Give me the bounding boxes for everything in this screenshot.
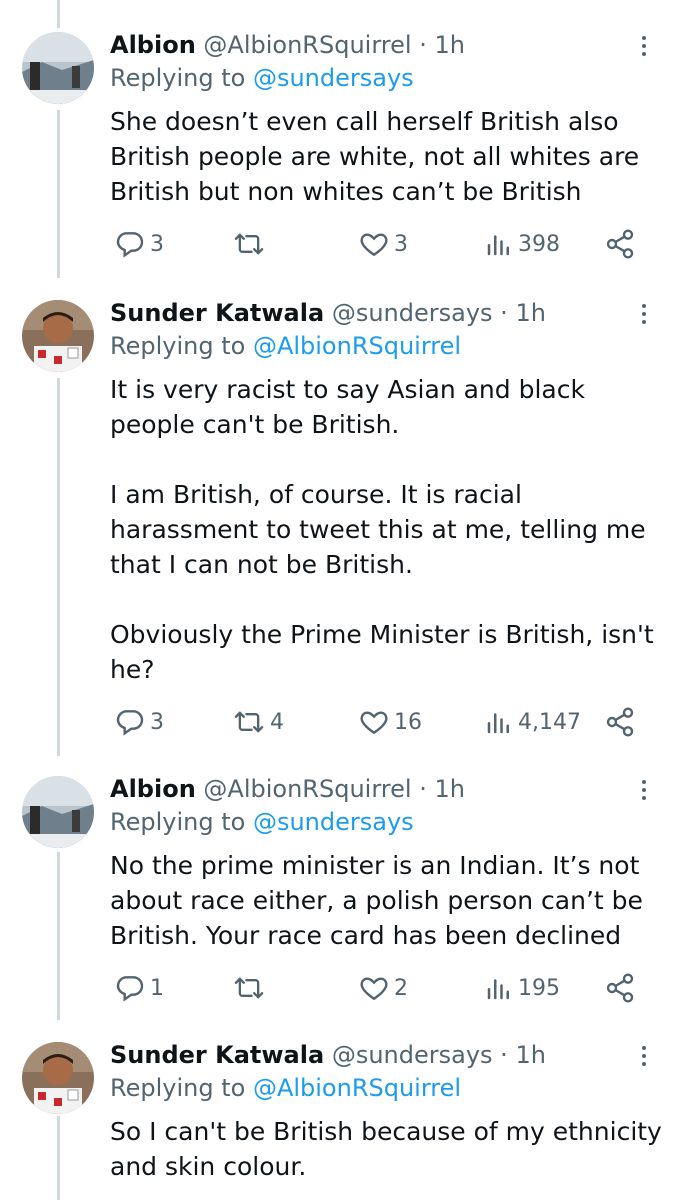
- author-handle[interactable]: @AlbionRSquirrel: [203, 775, 411, 803]
- replying-prefix: Replying to: [110, 332, 253, 360]
- author-name[interactable]: Sunder Katwala: [110, 1041, 324, 1069]
- person-avatar-icon: [22, 1042, 94, 1114]
- separator: ·: [419, 31, 427, 59]
- reply-count: 3: [150, 709, 164, 735]
- views-icon: [487, 713, 509, 734]
- more-icon[interactable]: [632, 1042, 656, 1072]
- tweet-text: No the prime minister is an Indian. It’s…: [110, 851, 643, 950]
- like-count: 16: [394, 709, 422, 735]
- views-button[interactable]: 398: [484, 224, 560, 264]
- landscape-avatar-icon: [22, 776, 94, 848]
- replying-to: Replying to @sundersays: [110, 64, 414, 92]
- retweet-icon: [234, 233, 264, 255]
- share-icon: [606, 707, 634, 737]
- action-bar: 3 4 16 4,147: [0, 702, 680, 742]
- reply-icon: [116, 710, 144, 736]
- action-bar: 3 3 398: [0, 224, 680, 264]
- replying-prefix: Replying to: [110, 64, 253, 92]
- views-icon: [487, 979, 509, 1000]
- more-icon[interactable]: [632, 32, 656, 62]
- retweet-button[interactable]: 4: [232, 702, 284, 742]
- more-icon[interactable]: [632, 300, 656, 330]
- tweet-header: Albion @AlbionRSquirrel · 1h: [110, 772, 465, 806]
- avatar[interactable]: [22, 776, 94, 848]
- tweet-text: It is very racist to say Asian and black…: [110, 375, 654, 684]
- tweet-text: She doesn’t even call herself British al…: [110, 107, 640, 206]
- heart-icon: [360, 977, 388, 1001]
- more-icon[interactable]: [632, 776, 656, 806]
- mention-link[interactable]: @sundersays: [253, 808, 414, 836]
- author-handle[interactable]: @AlbionRSquirrel: [203, 31, 411, 59]
- like-button[interactable]: 2: [358, 968, 408, 1008]
- mention-link[interactable]: @AlbionRSquirrel: [253, 1074, 461, 1102]
- views-button[interactable]: 195: [484, 968, 560, 1008]
- mention-link[interactable]: @sundersays: [253, 64, 414, 92]
- tweet-text: So I can't be British because of my ethn…: [110, 1117, 662, 1181]
- heart-icon: [360, 233, 388, 257]
- timestamp[interactable]: 1h: [434, 31, 464, 59]
- separator: ·: [500, 1041, 508, 1069]
- share-icon: [606, 973, 634, 1003]
- reply-button[interactable]: 3: [114, 702, 164, 742]
- tweet[interactable]: Albion @AlbionRSquirrel · 1h Replying to…: [0, 772, 680, 1022]
- avatar[interactable]: [22, 32, 94, 104]
- like-button[interactable]: 3: [358, 224, 408, 264]
- author-handle[interactable]: @sundersays: [332, 1041, 493, 1069]
- views-count: 195: [518, 975, 560, 1001]
- reply-button[interactable]: 1: [114, 968, 164, 1008]
- tweet-header: Sunder Katwala @sundersays · 1h: [110, 296, 546, 330]
- separator: ·: [500, 299, 508, 327]
- replying-to: Replying to @sundersays: [110, 808, 414, 836]
- share-button[interactable]: [604, 224, 636, 264]
- timestamp[interactable]: 1h: [434, 775, 464, 803]
- views-button[interactable]: 4,147: [484, 702, 581, 742]
- reply-button[interactable]: 3: [114, 224, 164, 264]
- timestamp[interactable]: 1h: [515, 299, 545, 327]
- reply-count: 1: [150, 975, 164, 1001]
- reply-icon: [116, 976, 144, 1002]
- views-count: 398: [518, 231, 560, 257]
- replying-prefix: Replying to: [110, 808, 253, 836]
- tweet[interactable]: Albion @AlbionRSquirrel · 1h Replying to…: [0, 28, 680, 278]
- replying-prefix: Replying to: [110, 1074, 253, 1102]
- author-name[interactable]: Sunder Katwala: [110, 299, 324, 327]
- author-name[interactable]: Albion: [110, 31, 196, 59]
- views-icon: [487, 235, 509, 256]
- avatar[interactable]: [22, 1042, 94, 1114]
- tweet-header: Albion @AlbionRSquirrel · 1h: [110, 28, 465, 62]
- retweet-icon: [234, 977, 264, 999]
- retweet-button[interactable]: [232, 224, 270, 264]
- share-button[interactable]: [604, 702, 636, 742]
- reply-count: 3: [150, 231, 164, 257]
- share-icon: [606, 229, 634, 259]
- timestamp[interactable]: 1h: [515, 1041, 545, 1069]
- tweet[interactable]: Sunder Katwala @sundersays · 1h Replying…: [0, 296, 680, 756]
- retweet-icon: [234, 711, 264, 733]
- replying-to: Replying to @AlbionRSquirrel: [110, 1074, 461, 1102]
- landscape-avatar-icon: [22, 32, 94, 104]
- retweet-count: 4: [270, 709, 284, 735]
- reply-icon: [116, 232, 144, 258]
- action-bar: 1 2 195: [0, 968, 680, 1008]
- share-button[interactable]: [604, 968, 636, 1008]
- thread-line: [57, 0, 60, 28]
- like-count: 2: [394, 975, 408, 1001]
- heart-icon: [360, 711, 388, 735]
- views-count: 4,147: [518, 709, 581, 735]
- person-avatar-icon: [22, 300, 94, 372]
- like-button[interactable]: 16: [358, 702, 422, 742]
- avatar[interactable]: [22, 300, 94, 372]
- tweet[interactable]: Sunder Katwala @sundersays · 1h Replying…: [0, 1038, 680, 1200]
- separator: ·: [419, 775, 427, 803]
- author-handle[interactable]: @sundersays: [332, 299, 493, 327]
- mention-link[interactable]: @AlbionRSquirrel: [253, 332, 461, 360]
- like-count: 3: [394, 231, 408, 257]
- retweet-button[interactable]: [232, 968, 270, 1008]
- author-name[interactable]: Albion: [110, 775, 196, 803]
- tweet-header: Sunder Katwala @sundersays · 1h: [110, 1038, 546, 1072]
- replying-to: Replying to @AlbionRSquirrel: [110, 332, 461, 360]
